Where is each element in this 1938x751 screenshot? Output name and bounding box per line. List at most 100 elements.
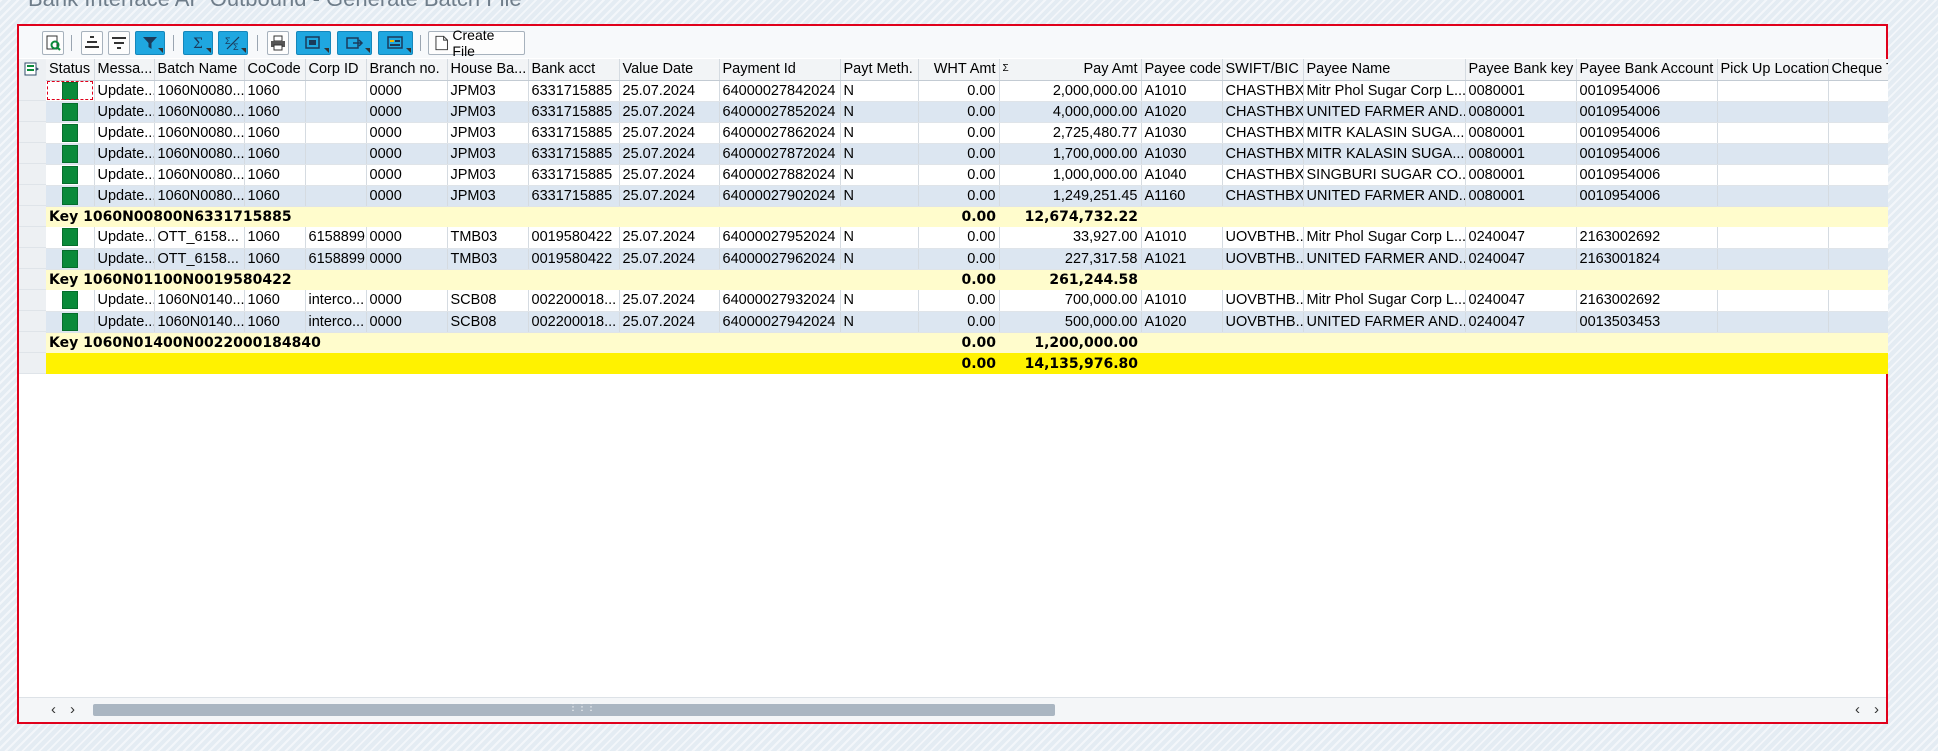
cell-pickup[interactable] — [1717, 185, 1829, 207]
cell-message[interactable]: Update... — [94, 101, 155, 123]
row-selector[interactable] — [19, 164, 46, 185]
table-row[interactable]: Update... OTT_6158... 1060 6158899 0000 TMB03… — [46, 248, 1888, 270]
cell-batch[interactable]: 1060N0080... — [154, 143, 245, 165]
status-cell[interactable] — [46, 227, 95, 249]
cell-swift[interactable]: UOVBTHB... — [1222, 290, 1304, 312]
cell-cheque[interactable] — [1828, 143, 1888, 165]
table-row[interactable]: Update... 1060N0080... 1060 0000 JPM03 633171… — [46, 143, 1888, 165]
cell-message[interactable]: Update... — [94, 311, 155, 333]
cell-batch[interactable]: 1060N0080... — [154, 185, 245, 207]
cell-swift[interactable]: UOVBTHB... — [1222, 227, 1304, 249]
cell-corp[interactable] — [305, 122, 367, 144]
cell-pickup[interactable] — [1717, 290, 1829, 312]
cell-house[interactable]: JPM03 — [447, 101, 529, 123]
cell-payid[interactable]: 64000027852024 — [719, 101, 841, 123]
cell-house[interactable]: JPM03 — [447, 80, 529, 102]
cell-payamt[interactable]: 2,725,480.77 — [999, 122, 1142, 144]
scroll-right-end-icon[interactable]: › — [1874, 701, 1879, 718]
cell-house[interactable]: JPM03 — [447, 164, 529, 186]
cell-payeebankacct[interactable]: 2163002692 — [1576, 290, 1718, 312]
cell-valdate[interactable]: 25.07.2024 — [619, 164, 720, 186]
cell-paymeth[interactable]: N — [840, 122, 919, 144]
cell-pickup[interactable] — [1717, 248, 1829, 270]
column-header-house[interactable]: House Ba... — [447, 59, 529, 81]
sort-ascending-button[interactable] — [81, 31, 103, 55]
row-selector[interactable] — [19, 80, 46, 101]
cell-payeename[interactable]: UNITED FARMER AND... — [1303, 248, 1466, 270]
cell-payeebankacct[interactable]: 0010954006 — [1576, 164, 1718, 186]
column-header-payeebankkey[interactable]: Payee Bank key — [1465, 59, 1577, 81]
cell-pickup[interactable] — [1717, 80, 1829, 102]
table-row[interactable]: Update... OTT_6158... 1060 6158899 0000 TMB03… — [46, 227, 1888, 249]
cell-payee[interactable]: A1160 — [1141, 185, 1223, 207]
cell-wht[interactable]: 0.00 — [918, 185, 1000, 207]
cell-cocode[interactable]: 1060 — [244, 248, 306, 270]
column-header-swift[interactable]: SWIFT/BIC — [1222, 59, 1304, 81]
cell-cocode[interactable]: 1060 — [244, 311, 306, 333]
cell-payeename[interactable]: MITR KALASIN SUGA... — [1303, 122, 1466, 144]
cell-payamt[interactable]: 500,000.00 — [999, 311, 1142, 333]
cell-house[interactable]: SCB08 — [447, 290, 529, 312]
cell-valdate[interactable]: 25.07.2024 — [619, 101, 720, 123]
sort-descending-button[interactable] — [108, 31, 130, 55]
column-header-corp[interactable]: Corp ID — [305, 59, 367, 81]
cell-payeename[interactable]: UNITED FARMER AND... — [1303, 101, 1466, 123]
cell-payee[interactable]: A1030 — [1141, 143, 1223, 165]
cell-payid[interactable]: 64000027862024 — [719, 122, 841, 144]
table-row[interactable]: Update... 1060N0080... 1060 0000 JPM03 633171… — [46, 101, 1888, 123]
column-header-payeename[interactable]: Payee Name — [1303, 59, 1466, 81]
cell-payamt[interactable]: 4,000,000.00 — [999, 101, 1142, 123]
cell-cheque[interactable] — [1828, 311, 1888, 333]
cell-payamt[interactable]: 1,000,000.00 — [999, 164, 1142, 186]
cell-payid[interactable]: 64000027882024 — [719, 164, 841, 186]
cell-pickup[interactable] — [1717, 227, 1829, 249]
cell-wht[interactable]: 0.00 — [918, 311, 1000, 333]
cell-payeebankacct[interactable]: 0010954006 — [1576, 143, 1718, 165]
cell-payeename[interactable]: Mitr Phol Sugar Corp L... — [1303, 80, 1466, 102]
cell-branch[interactable]: 0000 — [366, 80, 448, 102]
cell-payeename[interactable]: Mitr Phol Sugar Corp L... — [1303, 290, 1466, 312]
cell-swift[interactable]: CHASTHBX — [1222, 185, 1304, 207]
cell-payeebankacct[interactable]: 2163002692 — [1576, 227, 1718, 249]
cell-paymeth[interactable]: N — [840, 311, 919, 333]
cell-corp[interactable]: interco... — [305, 311, 367, 333]
cell-payeebankkey[interactable]: 0240047 — [1465, 290, 1577, 312]
cell-cheque[interactable] — [1828, 122, 1888, 144]
cell-payamt[interactable]: 33,927.00 — [999, 227, 1142, 249]
cell-branch[interactable]: 0000 — [366, 122, 448, 144]
cell-bankacct[interactable]: 002200018... — [528, 290, 620, 312]
sum-button[interactable]: Σ — [183, 31, 213, 55]
cell-pickup[interactable] — [1717, 311, 1829, 333]
cell-message[interactable]: Update... — [94, 122, 155, 144]
cell-cheque[interactable] — [1828, 80, 1888, 102]
cell-payee[interactable]: A1040 — [1141, 164, 1223, 186]
column-layout-icon[interactable] — [24, 62, 40, 80]
cell-batch[interactable]: OTT_6158... — [154, 248, 245, 270]
print-button[interactable] — [267, 31, 289, 55]
cell-paymeth[interactable]: N — [840, 80, 919, 102]
row-selector[interactable] — [19, 311, 46, 332]
cell-branch[interactable]: 0000 — [366, 290, 448, 312]
cell-swift[interactable]: UOVBTHB... — [1222, 311, 1304, 333]
cell-cocode[interactable]: 1060 — [244, 227, 306, 249]
cell-pickup[interactable] — [1717, 122, 1829, 144]
cell-house[interactable]: JPM03 — [447, 143, 529, 165]
cell-cheque[interactable] — [1828, 164, 1888, 186]
column-header-payeebankacct[interactable]: Payee Bank Account — [1576, 59, 1718, 81]
status-cell[interactable] — [46, 122, 95, 144]
layout-button[interactable] — [378, 31, 413, 55]
cell-wht[interactable]: 0.00 — [918, 122, 1000, 144]
cell-branch[interactable]: 0000 — [366, 101, 448, 123]
cell-payeebankkey[interactable]: 0080001 — [1465, 143, 1577, 165]
cell-message[interactable]: Update... — [94, 143, 155, 165]
cell-bankacct[interactable]: 6331715885 — [528, 122, 620, 144]
cell-payee[interactable]: A1010 — [1141, 290, 1223, 312]
cell-swift[interactable]: CHASTHBX — [1222, 122, 1304, 144]
cell-payid[interactable]: 64000027952024 — [719, 227, 841, 249]
cell-payeebankkey[interactable]: 0080001 — [1465, 164, 1577, 186]
cell-swift[interactable]: UOVBTHB... — [1222, 248, 1304, 270]
cell-payee[interactable]: A1021 — [1141, 248, 1223, 270]
cell-bankacct[interactable]: 6331715885 — [528, 143, 620, 165]
cell-cheque[interactable] — [1828, 185, 1888, 207]
table-row[interactable]: Update... 1060N0140... 1060 interco... 0000 S… — [46, 290, 1888, 312]
